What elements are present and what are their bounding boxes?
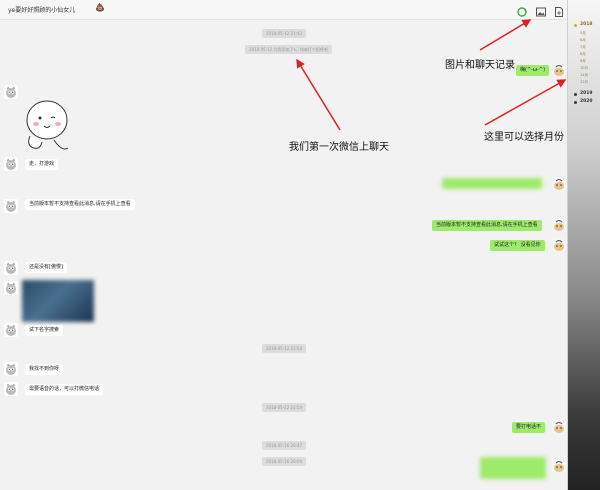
timeline-dot [574,93,577,96]
month-item[interactable]: 5月 [580,31,586,36]
arrow-to-first-chat [296,58,341,131]
month-item[interactable]: 11月 [580,73,588,78]
annotation-records: 图片和聊天记录 [445,60,515,71]
month-item[interactable]: 12月 [580,80,588,85]
annotation-first-chat: 我们第一次微信上聊天 [289,142,389,153]
year-2019[interactable]: 2019 [580,91,593,96]
arrow-to-toolbar [479,19,532,51]
annotation-arrows [296,19,567,131]
month-item[interactable]: 10月 [580,66,588,71]
arrow-to-timeline [484,79,567,126]
month-item[interactable]: 9月 [580,59,586,64]
timeline-dot [574,101,577,104]
wechat-history-window: ye要好好照顾的小仙女儿 💩 2018-05-12 21:43 2018-05-… [0,0,600,490]
timeline-dot [574,24,577,27]
month-item[interactable]: 7月 [580,45,586,50]
month-item[interactable]: 8月 [580,52,586,57]
month-item[interactable]: 6月 [580,38,586,43]
annotation-month-select: 这里可以选择月份 [484,132,564,143]
timeline-sidebar[interactable]: 2018 5月 6月 7月 8月 9月 10月 11月 12月 2019 202… [567,0,600,490]
year-2020[interactable]: 2020 [580,99,593,104]
year-2018[interactable]: 2018 [580,22,593,27]
